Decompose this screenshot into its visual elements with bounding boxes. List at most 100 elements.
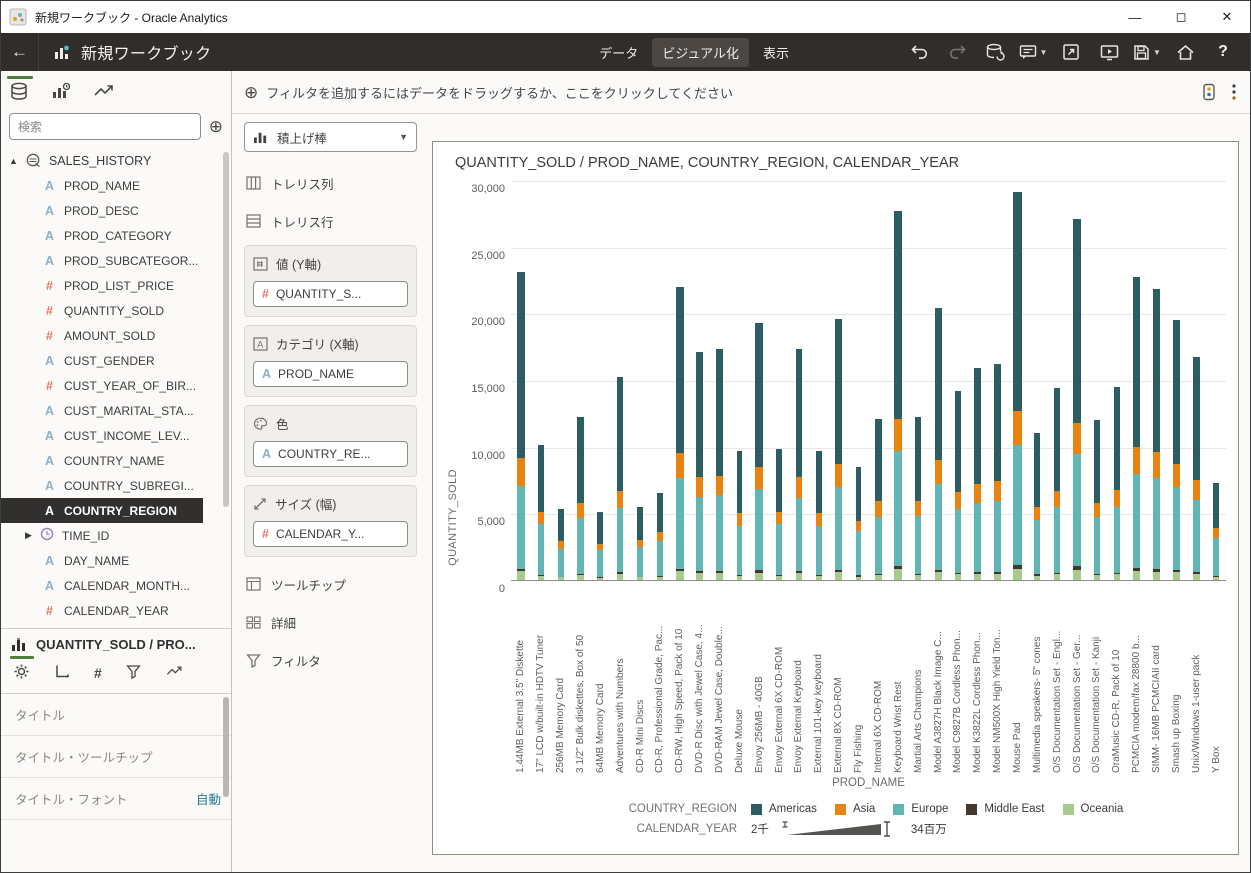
- property-row[interactable]: タイトル・ツールチップ: [1, 736, 231, 778]
- properties-scrollbar[interactable]: [223, 697, 229, 797]
- property-row[interactable]: タイトル: [1, 694, 231, 736]
- segment-americas[interactable]: [935, 308, 942, 460]
- conditional-format-icon[interactable]: [1202, 83, 1216, 101]
- segment-americas[interactable]: [1173, 320, 1180, 464]
- segment-oceania[interactable]: [597, 578, 603, 580]
- segment-asia[interactable]: [1114, 490, 1120, 507]
- comment-menu-button[interactable]: ▼: [1018, 39, 1048, 65]
- bar-30[interactable]: [1107, 181, 1127, 580]
- segment-asia[interactable]: [696, 477, 702, 496]
- segment-americas[interactable]: [776, 449, 782, 512]
- segment-asia[interactable]: [1173, 464, 1180, 487]
- bar-7[interactable]: [650, 181, 670, 580]
- bar-16[interactable]: [829, 181, 849, 580]
- segment-americas[interactable]: [994, 364, 1001, 481]
- legend-item-americas[interactable]: Americas: [751, 803, 817, 815]
- segment-americas[interactable]: [755, 323, 763, 467]
- segment-oceania[interactable]: [1094, 575, 1100, 580]
- segment-asia[interactable]: [835, 464, 842, 487]
- segment-asia[interactable]: [816, 513, 822, 525]
- segment-asia[interactable]: [994, 481, 1001, 501]
- segment-asia[interactable]: [875, 501, 881, 516]
- segment-americas[interactable]: [676, 287, 683, 454]
- segment-americas[interactable]: [617, 377, 623, 490]
- segment-asia[interactable]: [517, 458, 525, 486]
- segment-asia[interactable]: [617, 491, 623, 508]
- bar-27[interactable]: [1047, 181, 1067, 580]
- segment-europe[interactable]: [637, 547, 643, 576]
- segment-americas[interactable]: [1094, 420, 1100, 503]
- segment-europe[interactable]: [1173, 487, 1180, 570]
- segment-americas[interactable]: [1013, 192, 1022, 411]
- bar-5[interactable]: [610, 181, 630, 580]
- segment-americas[interactable]: [558, 509, 564, 541]
- segment-europe[interactable]: [577, 518, 583, 574]
- y-axis-slot[interactable]: 値 (Y軸) #QUANTITY_S...: [244, 245, 417, 317]
- segment-asia[interactable]: [676, 453, 683, 478]
- segment-europe[interactable]: [974, 503, 981, 572]
- filter-slot[interactable]: フィルタ: [244, 641, 417, 679]
- segment-americas[interactable]: [517, 272, 525, 458]
- segment-asia[interactable]: [577, 503, 583, 518]
- bar-8[interactable]: [670, 181, 690, 580]
- segment-oceania[interactable]: [835, 572, 842, 580]
- bar-6[interactable]: [630, 181, 650, 580]
- field-PROD_NAME[interactable]: APROD_NAME: [1, 173, 231, 198]
- collapse-caret-icon[interactable]: ▲: [9, 156, 18, 166]
- bar-32[interactable]: [1147, 181, 1167, 580]
- segment-oceania[interactable]: [856, 577, 862, 581]
- bar-29[interactable]: [1087, 181, 1107, 580]
- segment-americas[interactable]: [955, 391, 961, 492]
- tab-data-elements[interactable]: [9, 76, 29, 106]
- header-tab-データ[interactable]: データ: [589, 38, 648, 67]
- close-button[interactable]: ✕: [1204, 1, 1250, 33]
- segment-europe[interactable]: [597, 550, 603, 577]
- bar-0[interactable]: [511, 181, 531, 580]
- field-COUNTRY_REGION[interactable]: ACOUNTRY_REGION: [1, 498, 203, 523]
- segment-europe[interactable]: [796, 498, 802, 571]
- viz-type-select[interactable]: 積上げ棒 ▼: [244, 122, 417, 152]
- segment-americas[interactable]: [1114, 387, 1120, 490]
- prop-tab-axis[interactable]: [54, 657, 70, 685]
- segment-asia[interactable]: [1153, 452, 1160, 478]
- trellis-rows-slot[interactable]: トレリス行: [244, 202, 417, 240]
- segment-europe[interactable]: [755, 489, 763, 570]
- header-tab-表示[interactable]: 表示: [753, 38, 799, 67]
- tree-scrollbar[interactable]: [223, 152, 229, 507]
- undo-button[interactable]: [904, 39, 934, 65]
- segment-europe[interactable]: [776, 524, 782, 575]
- segment-europe[interactable]: [737, 526, 743, 575]
- trellis-columns-slot[interactable]: トレリス列: [244, 164, 417, 202]
- bar-12[interactable]: [749, 181, 769, 580]
- segment-asia[interactable]: [538, 512, 544, 524]
- maximize-button[interactable]: ◻: [1158, 1, 1204, 33]
- segment-oceania[interactable]: [637, 577, 643, 580]
- segment-americas[interactable]: [1153, 289, 1160, 452]
- legend-item-oceania[interactable]: Oceania: [1063, 803, 1124, 815]
- field-AMOUNT_SOLD[interactable]: #AMOUNT_SOLD: [1, 323, 231, 348]
- tooltip-slot[interactable]: ツールチップ: [244, 565, 417, 603]
- segment-asia[interactable]: [776, 512, 782, 524]
- field-CUST_MARITAL_STA[interactable]: ACUST_MARITAL_STA...: [1, 398, 231, 423]
- x-axis-slot[interactable]: A カテゴリ (X軸) APROD_NAME: [244, 325, 417, 397]
- segment-europe[interactable]: [816, 526, 822, 575]
- bar-20[interactable]: [908, 181, 928, 580]
- prop-tab-values[interactable]: #: [94, 658, 102, 683]
- segment-oceania[interactable]: [935, 572, 942, 580]
- segment-americas[interactable]: [1193, 357, 1200, 480]
- segment-asia[interactable]: [915, 501, 921, 516]
- bar-3[interactable]: [571, 181, 591, 580]
- segment-europe[interactable]: [1114, 507, 1120, 572]
- segment-europe[interactable]: [994, 501, 1001, 572]
- segment-oceania[interactable]: [955, 574, 961, 580]
- refresh-data-icon[interactable]: [980, 39, 1010, 65]
- bar-14[interactable]: [789, 181, 809, 580]
- header-tab-ビジュアル化[interactable]: ビジュアル化: [652, 38, 749, 67]
- my-calculations-node[interactable]: ▶ マイ計算: [1, 623, 231, 628]
- segment-europe[interactable]: [1193, 500, 1200, 572]
- bar-24[interactable]: [988, 181, 1008, 580]
- segment-oceania[interactable]: [657, 577, 663, 580]
- home-button[interactable]: [1170, 39, 1200, 65]
- segment-americas[interactable]: [597, 512, 603, 544]
- segment-europe[interactable]: [1213, 538, 1218, 577]
